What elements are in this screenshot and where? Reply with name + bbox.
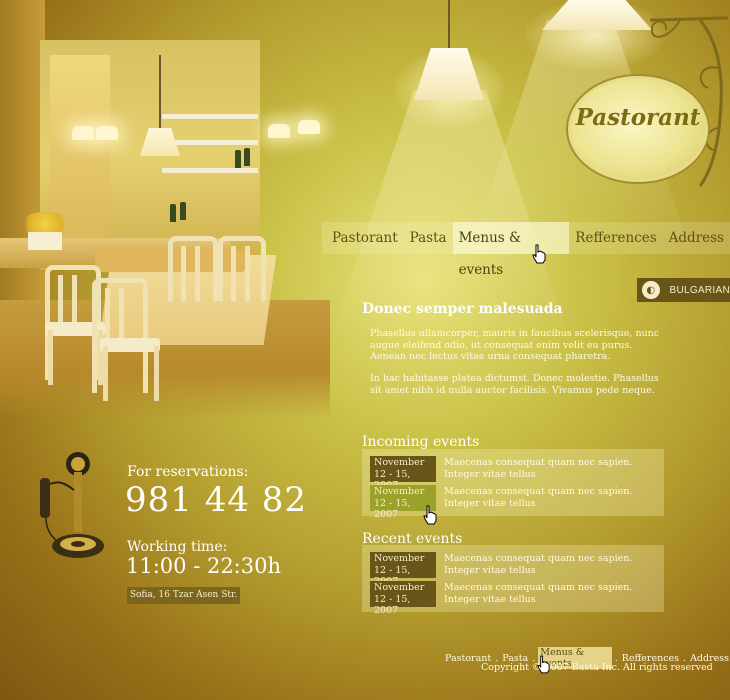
event-date-badge: November 12 - 15, 2007: [370, 581, 436, 616]
room-lamp-cord: [159, 55, 161, 130]
chair-leg: [103, 346, 108, 401]
event-line: Integer vitae tellus: [444, 468, 536, 480]
hand-cursor-icon: [532, 244, 546, 264]
content-paragraph: In hac habitasse platea dictumst. Donec …: [370, 373, 659, 396]
restaurant-interior-photo: [0, 0, 330, 420]
chair-seat: [100, 338, 160, 352]
nav-item-refferences[interactable]: Refferences: [569, 222, 662, 254]
language-label: BULGARIAN: [669, 284, 730, 296]
flowerpot: [28, 232, 62, 250]
reservations-label: For reservations:: [127, 464, 249, 480]
event-item[interactable]: November 12 - 15, 2007 Maecenas consequa…: [370, 552, 660, 587]
hand-cursor-icon: [423, 505, 437, 525]
lamp-cord: [448, 0, 450, 50]
nav-item-pastorant[interactable]: Pastorant: [326, 222, 404, 254]
chair-leg: [48, 330, 53, 385]
working-hours: 11:00 - 22:30h: [126, 554, 282, 578]
event-line: Integer vitae tellus: [444, 593, 536, 605]
wall-shelf: [162, 168, 258, 173]
event-description: Maecenas consequat quam nec sapien. Inte…: [444, 553, 632, 576]
event-date-badge: November 12 - 15, 2007: [370, 456, 436, 491]
dining-chair: [168, 236, 218, 301]
event-description: Maecenas consequat quam nec sapien. Inte…: [444, 582, 632, 605]
event-month: November: [374, 486, 425, 497]
event-description: Maecenas consequat quam nec sapien. Inte…: [444, 486, 632, 509]
event-month: November: [374, 457, 425, 468]
event-line: Maecenas consequat quam nec sapien.: [444, 457, 633, 468]
incoming-events-panel: November 12 - 15, 2007 Maecenas consequa…: [362, 449, 664, 520]
nav-item-address[interactable]: Address: [663, 222, 730, 254]
event-item[interactable]: November 12 - 15, 2007 Maecenas consequa…: [370, 456, 660, 491]
hand-cursor-icon: [537, 655, 550, 674]
bottle: [170, 204, 176, 222]
chair-leg: [154, 346, 159, 401]
event-description: Maecenas consequat quam nec sapien. Inte…: [444, 457, 632, 480]
incoming-events-title: Incoming events: [362, 434, 480, 450]
main-nav: Pastorant Pasta Menus & events Refferenc…: [326, 222, 730, 278]
content-paragraph: Phasellus ullamcorper, mauris in faucibu…: [370, 328, 660, 362]
event-month: November: [374, 553, 425, 564]
bottle: [244, 148, 250, 166]
event-line: Integer vitae tellus: [444, 564, 536, 576]
wall-lamp: [96, 126, 118, 140]
event-line: Maecenas consequat quam nec sapien.: [444, 486, 633, 497]
wall-lamp: [72, 126, 94, 140]
wall-lamp: [298, 120, 320, 134]
wall-lamp: [268, 124, 290, 138]
content-title: Donec semper malesuada: [362, 301, 563, 317]
dining-chair: [92, 278, 148, 393]
dining-chair: [218, 236, 266, 301]
wall-shelf: [162, 140, 258, 145]
nav-item-pasta[interactable]: Pasta: [404, 222, 453, 254]
globe-icon: ◐: [642, 281, 660, 299]
address-badge: Sofia, 16 Tzar Asen Str.: [127, 587, 240, 604]
event-line: Maecenas consequat quam nec sapien.: [444, 582, 633, 593]
nav-item-menus-events[interactable]: Menus & events: [452, 222, 570, 278]
wall-shelf: [162, 114, 258, 119]
page: Pastorant Pastorant Pasta Menus & events…: [0, 0, 730, 700]
event-line: Maecenas consequat quam nec sapien.: [444, 553, 633, 564]
copyright-text: Copyright © 2007 Basta Inc. All rights r…: [481, 662, 713, 673]
bottle: [180, 202, 186, 220]
language-button[interactable]: ◐ BULGARIAN: [637, 278, 730, 302]
event-date-badge: November 12 - 15, 2007: [370, 552, 436, 587]
bottle: [235, 150, 241, 168]
reservations-phone: 981 44 82: [125, 480, 308, 520]
event-line: Integer vitae tellus: [444, 497, 536, 509]
recent-events-panel: November 12 - 15, 2007 Maecenas consequa…: [362, 545, 664, 616]
working-time-label: Working time:: [127, 539, 228, 555]
event-days: 12 - 15, 2007: [374, 594, 411, 616]
telephone-icon: [40, 452, 104, 558]
event-month: November: [374, 582, 425, 593]
event-item[interactable]: November 12 - 15, 2007 Maecenas consequa…: [370, 581, 660, 616]
event-item[interactable]: November 12 - 15, 2007 Maecenas consequa…: [370, 485, 660, 520]
logo-text: Pastorant: [575, 104, 701, 131]
logo-sign[interactable]: Pastorant: [566, 74, 710, 184]
